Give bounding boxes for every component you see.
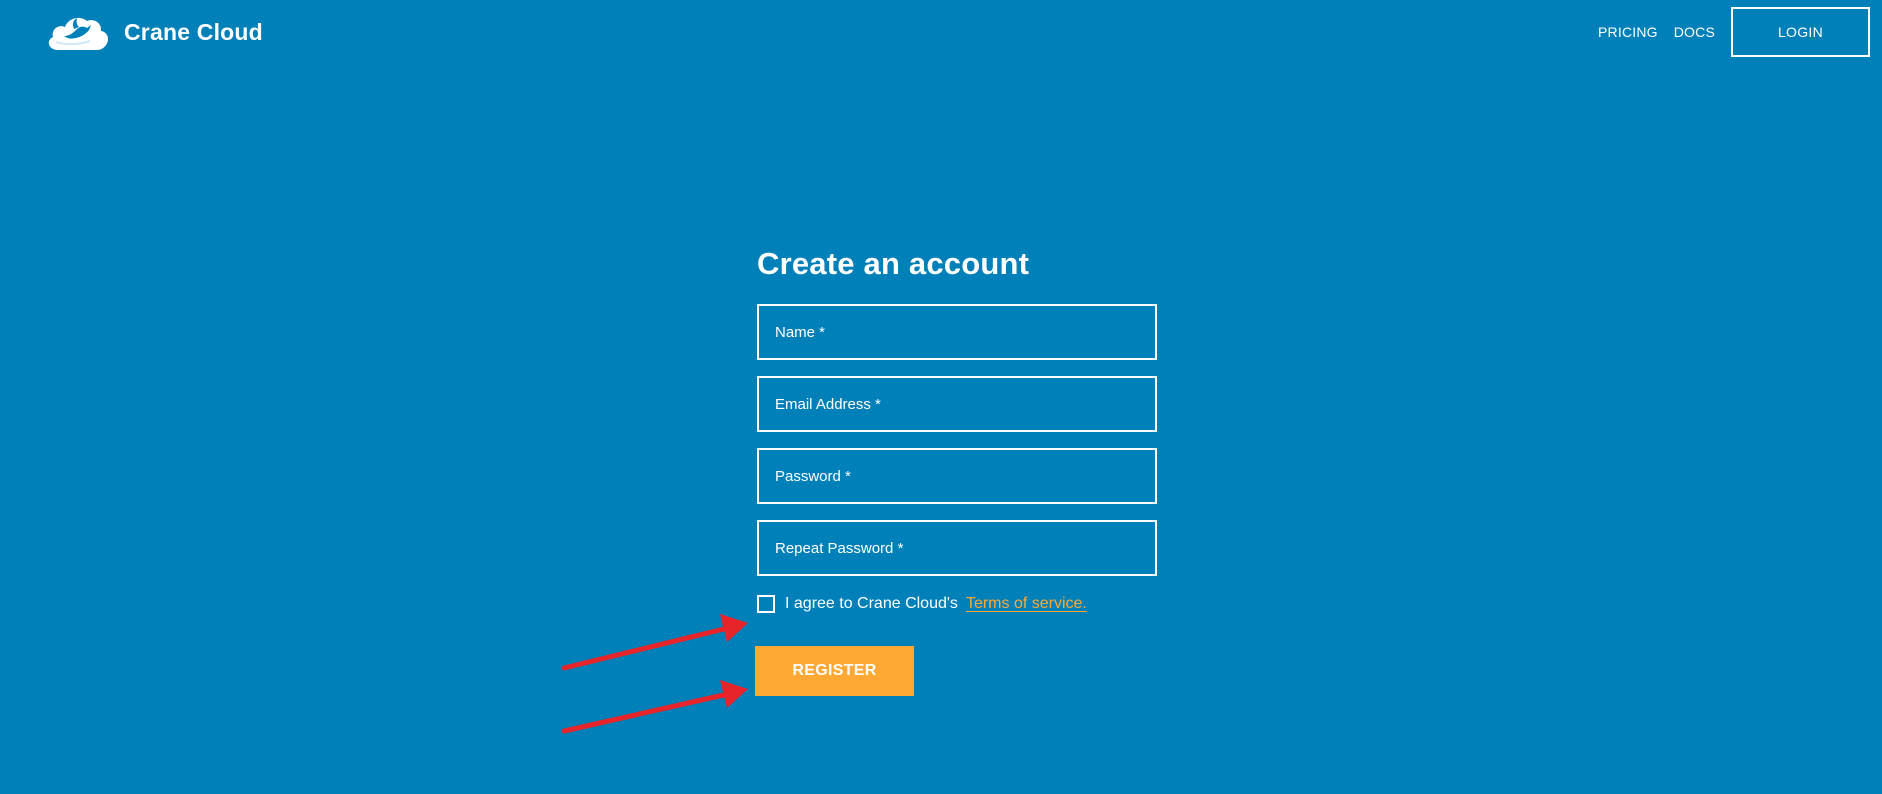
- crane-cloud-logo-icon: [48, 17, 109, 50]
- brand-name: Crane Cloud: [124, 18, 263, 45]
- nav-pricing-link[interactable]: PRICING: [1598, 24, 1658, 40]
- email-field[interactable]: [757, 376, 1157, 432]
- terms-label: I agree to Crane Cloud's: [785, 595, 958, 612]
- page-title: Create an account: [757, 246, 1030, 281]
- brand-logo-link[interactable]: Crane Cloud: [44, 12, 263, 52]
- nav-docs-link[interactable]: DOCS: [1674, 24, 1715, 40]
- red-arrow-icon: [561, 614, 748, 671]
- terms-row: I agree to Crane Cloud's Terms of servic…: [757, 592, 1157, 616]
- password-field[interactable]: [757, 448, 1157, 504]
- terms-checkbox[interactable]: [757, 595, 775, 613]
- red-arrow-icon: [561, 680, 748, 734]
- login-button[interactable]: LOGIN: [1731, 7, 1870, 57]
- register-button[interactable]: REGISTER: [755, 646, 914, 696]
- name-field[interactable]: [757, 304, 1157, 360]
- signup-page: Crane Cloud PRICING DOCS LOGIN Create an…: [0, 0, 1882, 794]
- repeat-password-field[interactable]: [757, 520, 1157, 576]
- registration-form: Create an account I agree to Crane Cloud…: [757, 244, 1157, 616]
- top-nav: PRICING DOCS LOGIN: [1598, 6, 1870, 58]
- terms-of-service-link[interactable]: Terms of service.: [966, 595, 1087, 613]
